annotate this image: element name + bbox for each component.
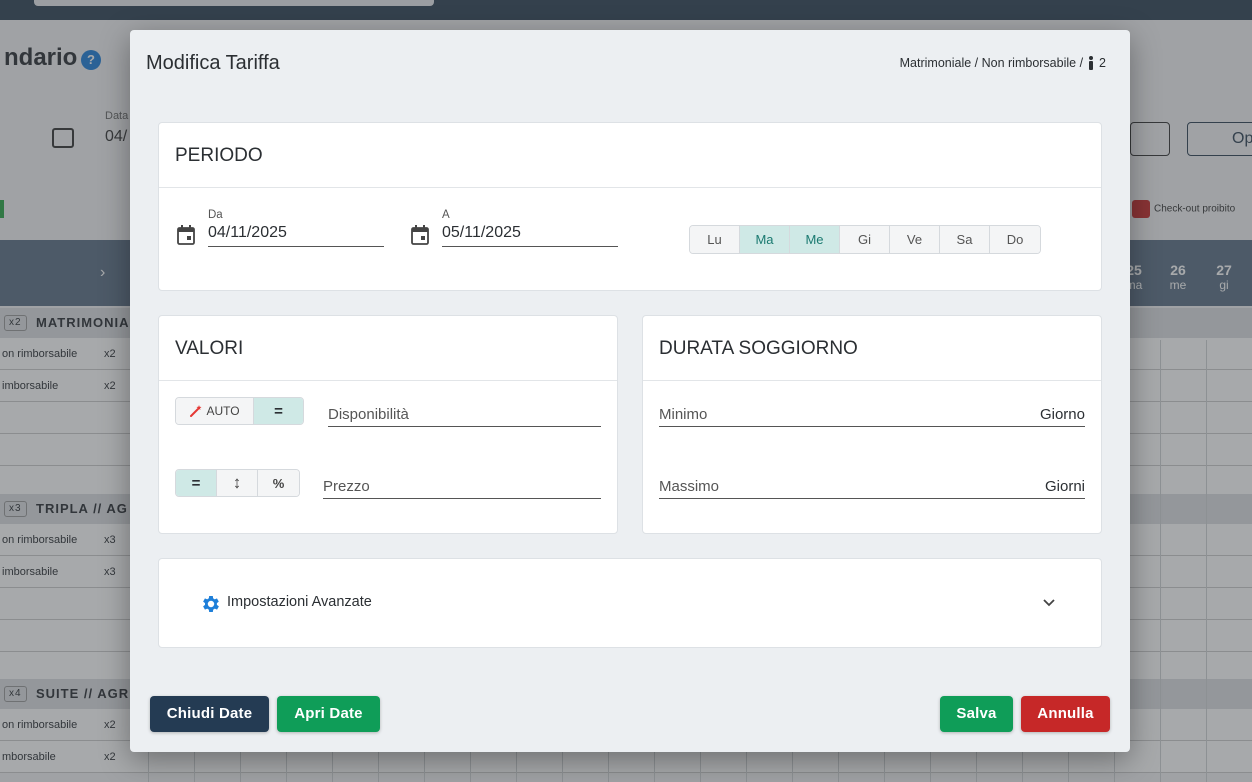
min-stay-input[interactable]: Minimo Giorno xyxy=(659,406,1085,427)
auto-button[interactable]: AUTO xyxy=(176,398,254,424)
date-from-label: Da xyxy=(208,209,223,221)
price-equals-button[interactable]: = xyxy=(176,470,217,496)
open-dates-button[interactable]: Apri Date xyxy=(277,696,380,732)
weekday-fri[interactable]: Ve xyxy=(890,226,940,253)
min-stay-placeholder: Minimo xyxy=(659,406,708,423)
gear-icon xyxy=(203,596,219,612)
person-icon xyxy=(1087,56,1095,70)
availability-equals-button[interactable]: = xyxy=(254,398,303,424)
values-card: VALORI AUTO = Disponibilità = ↕ % Prezzo xyxy=(158,315,618,534)
modal-subtitle: Matrimoniale / Non rimborsabile / 2 xyxy=(900,56,1106,70)
cancel-button[interactable]: Annulla xyxy=(1021,696,1110,732)
weekday-thu[interactable]: Gi xyxy=(840,226,890,253)
rate-path: Matrimoniale / Non rimborsabile / xyxy=(899,56,1084,70)
date-from-input[interactable]: 04/11/2025 xyxy=(208,224,384,247)
date-to-field[interactable]: A 05/11/2025 xyxy=(442,209,618,247)
advanced-settings-label: Impostazioni Avanzate xyxy=(227,594,372,610)
save-button[interactable]: Salva xyxy=(940,696,1013,732)
calendar-icon[interactable] xyxy=(411,225,429,245)
advanced-settings-panel[interactable]: Impostazioni Avanzate xyxy=(158,558,1102,648)
calendar-icon[interactable] xyxy=(177,225,195,245)
availability-input[interactable]: Disponibilità xyxy=(328,406,601,427)
stay-duration-heading: DURATA SOGGIORNO xyxy=(643,316,1101,381)
weekday-mon[interactable]: Lu xyxy=(690,226,740,253)
price-updown-button[interactable]: ↕ xyxy=(217,470,258,496)
period-heading: PERIODO xyxy=(159,123,1101,188)
max-stay-placeholder: Massimo xyxy=(659,478,720,495)
magic-wand-icon xyxy=(190,405,202,417)
weekday-sat[interactable]: Sa xyxy=(940,226,990,253)
date-to-input[interactable]: 05/11/2025 xyxy=(442,224,618,247)
weekday-sun[interactable]: Do xyxy=(990,226,1040,253)
price-input[interactable]: Prezzo xyxy=(323,478,601,499)
weekday-wed[interactable]: Me xyxy=(790,226,840,253)
min-stay-unit: Giorno xyxy=(1039,406,1085,423)
price-mode-group: = ↕ % xyxy=(175,469,300,497)
occupancy-count: 2 xyxy=(1099,56,1106,70)
price-percent-button[interactable]: % xyxy=(258,470,299,496)
weekday-selector: Lu Ma Me Gi Ve Sa Do xyxy=(689,225,1041,254)
modal-title: Modifica Tariffa xyxy=(146,52,280,74)
weekday-tue[interactable]: Ma xyxy=(740,226,790,253)
date-to-label: A xyxy=(442,209,450,221)
values-heading: VALORI xyxy=(159,316,617,381)
close-dates-button[interactable]: Chiudi Date xyxy=(150,696,269,732)
date-from-field[interactable]: Da 04/11/2025 xyxy=(208,209,384,247)
max-stay-unit: Giorni xyxy=(1044,478,1085,495)
edit-rate-modal: Modifica Tariffa Matrimoniale / Non rimb… xyxy=(130,30,1130,752)
max-stay-input[interactable]: Massimo Giorni xyxy=(659,478,1085,499)
stay-duration-card: DURATA SOGGIORNO Minimo Giorno Massimo G… xyxy=(642,315,1102,534)
auto-label: AUTO xyxy=(206,404,240,418)
chevron-down-icon[interactable] xyxy=(1042,598,1056,608)
period-card: PERIODO Da 04/11/2025 A 05/11/2025 Lu Ma… xyxy=(158,122,1102,291)
availability-mode-group: AUTO = xyxy=(175,397,304,425)
